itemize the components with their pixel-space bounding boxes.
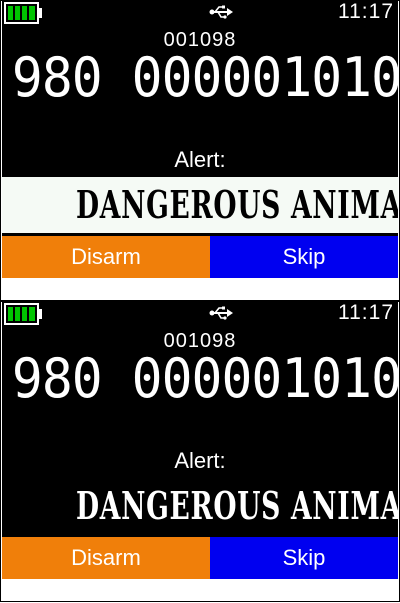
clock: 11:17 [338,302,394,324]
skip-button[interactable]: Skip [210,537,398,579]
tag-number: 980 000001010175 [11,347,398,410]
skip-button[interactable]: Skip [210,236,398,278]
alert-label: Alert: [174,448,226,473]
disarm-button[interactable]: Disarm [2,236,210,278]
alert-text: DANGEROUS ANIMAL [76,483,398,528]
usb-icon [209,306,233,320]
reader-screen: 11:17 001098 980 000001010175 Alert: DAN… [2,302,398,579]
reader-screen: 11:17 001098 980 000001010175 Alert: DAN… [2,1,398,278]
alert-banner: DANGEROUS ANIMAL [2,478,398,534]
battery-icon [4,2,44,24]
alert-banner: DANGEROUS ANIMAL [2,177,398,233]
clock: 11:17 [338,1,394,23]
alert-label: Alert: [174,147,226,172]
reader-frame-bottom: 11:17 001098 980 000001010175 Alert: DAN… [0,301,400,602]
reader-frame-top: 11:17 001098 980 000001010175 Alert: DAN… [0,0,400,301]
usb-icon [209,5,233,19]
alert-text: DANGEROUS ANIMAL [76,182,398,227]
disarm-button[interactable]: Disarm [2,537,210,579]
tag-number: 980 000001010175 [11,46,398,109]
battery-icon [4,303,44,325]
